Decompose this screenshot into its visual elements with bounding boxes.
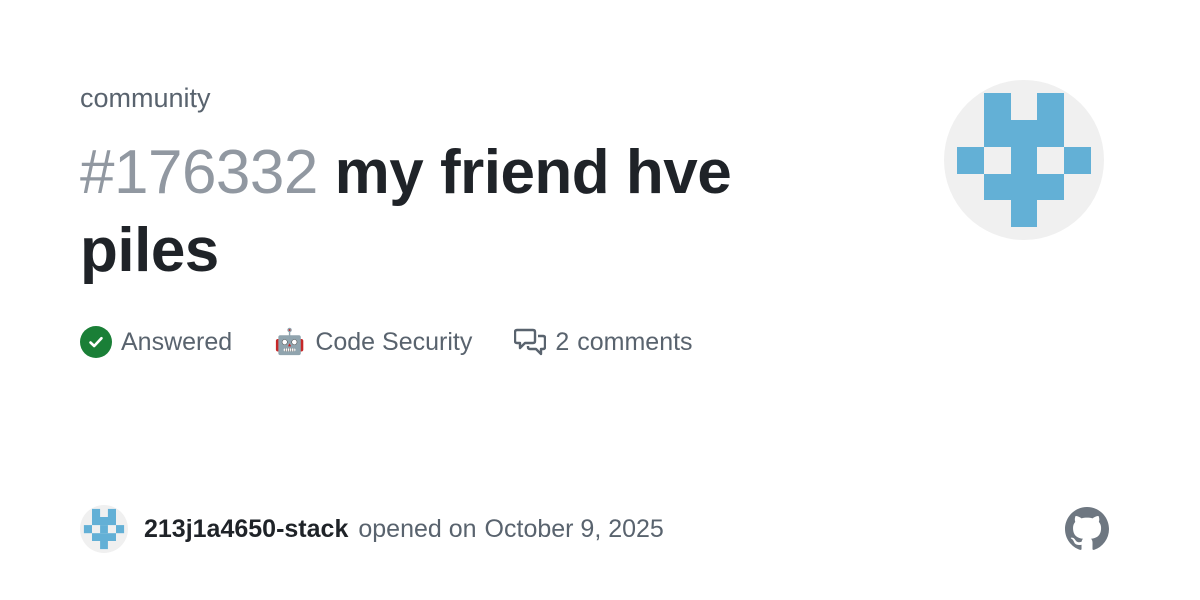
- github-mark-icon[interactable]: [1065, 507, 1109, 551]
- identicon-small-image: [83, 508, 125, 550]
- comments-number: 2: [555, 327, 570, 356]
- comment-discussion-icon: [514, 327, 547, 357]
- identicon-image: [957, 93, 1091, 227]
- discussion-meta: Answered 🤖 Code Security 2 comments: [80, 322, 735, 362]
- opened-date: October 9, 2025: [484, 514, 664, 543]
- comments-label: comments: [577, 327, 693, 356]
- category-label: Code Security: [315, 327, 473, 356]
- repository-name[interactable]: community: [80, 80, 211, 116]
- author-username[interactable]: 213j1a4650-stack: [144, 515, 348, 544]
- author-avatar-large: [944, 80, 1104, 240]
- discussion-number: #176332: [80, 138, 318, 207]
- status-label: Answered: [121, 327, 233, 356]
- comments-count[interactable]: 2 comments: [514, 327, 693, 357]
- discussion-footer: 213j1a4650-stack opened on October 9, 20…: [80, 504, 664, 554]
- robot-emoji-icon: 🤖: [274, 327, 306, 356]
- opened-label: opened on: [358, 514, 477, 543]
- answered-status: Answered: [80, 326, 232, 358]
- check-circle-icon: [80, 326, 112, 358]
- category[interactable]: 🤖 Code Security: [274, 328, 472, 357]
- discussion-title: #176332 my friend hve piles: [80, 134, 840, 290]
- author-avatar-small[interactable]: [80, 505, 128, 553]
